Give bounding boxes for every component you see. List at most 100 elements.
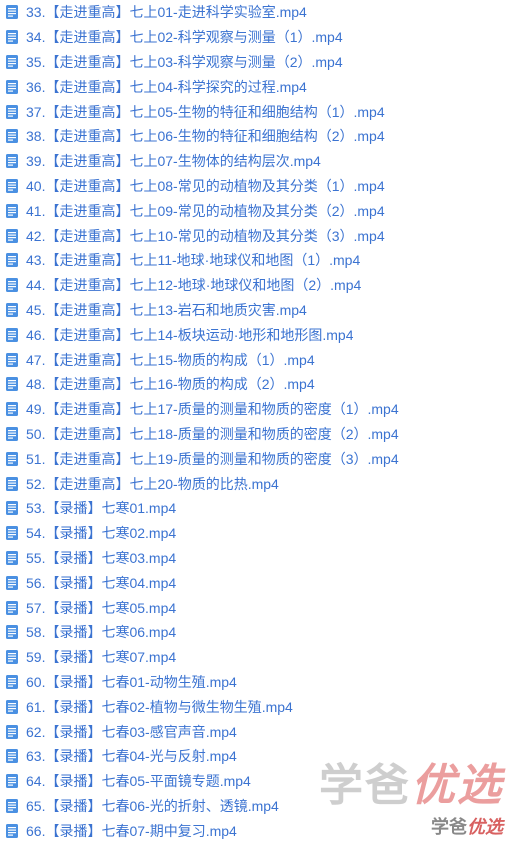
document-icon bbox=[4, 153, 20, 169]
document-icon bbox=[4, 500, 20, 516]
file-name-link[interactable]: 52.【走进重高】七上20-物质的比热.mp4 bbox=[26, 474, 279, 494]
file-name-link[interactable]: 59.【录播】七寒07.mp4 bbox=[26, 647, 176, 667]
file-item[interactable]: 64.【录播】七春05-平面镜专题.mp4 bbox=[0, 769, 511, 794]
document-icon bbox=[4, 128, 20, 144]
document-icon bbox=[4, 401, 20, 417]
file-item[interactable]: 33.【走进重高】七上01-走进科学实验室.mp4 bbox=[0, 0, 511, 25]
file-name-link[interactable]: 36.【走进重高】七上04-科学探究的过程.mp4 bbox=[26, 77, 307, 97]
file-item[interactable]: 41.【走进重高】七上09-常见的动植物及其分类（2）.mp4 bbox=[0, 198, 511, 223]
file-name-link[interactable]: 35.【走进重高】七上03-科学观察与测量（2）.mp4 bbox=[26, 52, 343, 72]
document-icon bbox=[4, 451, 20, 467]
file-list: 33.【走进重高】七上01-走进科学实验室.mp4 34.【走进重高】七上02-… bbox=[0, 0, 511, 843]
file-item[interactable]: 56.【录播】七寒04.mp4 bbox=[0, 570, 511, 595]
file-name-link[interactable]: 61.【录播】七春02-植物与微生物生殖.mp4 bbox=[26, 697, 293, 717]
file-name-link[interactable]: 62.【录播】七春03-感官声音.mp4 bbox=[26, 722, 237, 742]
file-item[interactable]: 51.【走进重高】七上19-质量的测量和物质的密度（3）.mp4 bbox=[0, 446, 511, 471]
file-name-link[interactable]: 64.【录播】七春05-平面镜专题.mp4 bbox=[26, 771, 251, 791]
file-item[interactable]: 66.【录播】七春07-期中复习.mp4 bbox=[0, 818, 511, 843]
file-item[interactable]: 43.【走进重高】七上11-地球·地球仪和地图（1）.mp4 bbox=[0, 248, 511, 273]
file-item[interactable]: 57.【录播】七寒05.mp4 bbox=[0, 595, 511, 620]
file-item[interactable]: 53.【录播】七寒01.mp4 bbox=[0, 496, 511, 521]
file-item[interactable]: 49.【走进重高】七上17-质量的测量和物质的密度（1）.mp4 bbox=[0, 397, 511, 422]
file-item[interactable]: 39.【走进重高】七上07-生物体的结构层次.mp4 bbox=[0, 149, 511, 174]
file-name-link[interactable]: 34.【走进重高】七上02-科学观察与测量（1）.mp4 bbox=[26, 27, 343, 47]
file-item[interactable]: 62.【录播】七春03-感官声音.mp4 bbox=[0, 719, 511, 744]
file-name-link[interactable]: 39.【走进重高】七上07-生物体的结构层次.mp4 bbox=[26, 151, 321, 171]
document-icon bbox=[4, 228, 20, 244]
document-icon bbox=[4, 724, 20, 740]
document-icon bbox=[4, 600, 20, 616]
document-icon bbox=[4, 476, 20, 492]
file-name-link[interactable]: 65.【录播】七春06-光的折射、透镜.mp4 bbox=[26, 796, 279, 816]
file-item[interactable]: 55.【录播】七寒03.mp4 bbox=[0, 546, 511, 571]
file-name-link[interactable]: 66.【录播】七春07-期中复习.mp4 bbox=[26, 821, 237, 841]
file-item[interactable]: 58.【录播】七寒06.mp4 bbox=[0, 620, 511, 645]
file-name-link[interactable]: 33.【走进重高】七上01-走进科学实验室.mp4 bbox=[26, 2, 307, 22]
file-item[interactable]: 48.【走进重高】七上16-物质的构成（2）.mp4 bbox=[0, 372, 511, 397]
file-item[interactable]: 47.【走进重高】七上15-物质的构成（1）.mp4 bbox=[0, 347, 511, 372]
file-name-link[interactable]: 43.【走进重高】七上11-地球·地球仪和地图（1）.mp4 bbox=[26, 250, 360, 270]
document-icon bbox=[4, 773, 20, 789]
file-name-link[interactable]: 50.【走进重高】七上18-质量的测量和物质的密度（2）.mp4 bbox=[26, 424, 399, 444]
document-icon bbox=[4, 203, 20, 219]
file-name-link[interactable]: 41.【走进重高】七上09-常见的动植物及其分类（2）.mp4 bbox=[26, 201, 385, 221]
file-name-link[interactable]: 53.【录播】七寒01.mp4 bbox=[26, 498, 176, 518]
document-icon bbox=[4, 252, 20, 268]
file-item[interactable]: 34.【走进重高】七上02-科学观察与测量（1）.mp4 bbox=[0, 25, 511, 50]
file-name-link[interactable]: 57.【录播】七寒05.mp4 bbox=[26, 598, 176, 618]
file-item[interactable]: 54.【录播】七寒02.mp4 bbox=[0, 521, 511, 546]
file-item[interactable]: 46.【走进重高】七上14-板块运动·地形和地形图.mp4 bbox=[0, 322, 511, 347]
document-icon bbox=[4, 277, 20, 293]
file-item[interactable]: 36.【走进重高】七上04-科学探究的过程.mp4 bbox=[0, 74, 511, 99]
file-name-link[interactable]: 54.【录播】七寒02.mp4 bbox=[26, 523, 176, 543]
document-icon bbox=[4, 525, 20, 541]
document-icon bbox=[4, 426, 20, 442]
document-icon bbox=[4, 302, 20, 318]
file-item[interactable]: 42.【走进重高】七上10-常见的动植物及其分类（3）.mp4 bbox=[0, 223, 511, 248]
document-icon bbox=[4, 327, 20, 343]
file-item[interactable]: 38.【走进重高】七上06-生物的特征和细胞结构（2）.mp4 bbox=[0, 124, 511, 149]
document-icon bbox=[4, 54, 20, 70]
file-item[interactable]: 50.【走进重高】七上18-质量的测量和物质的密度（2）.mp4 bbox=[0, 422, 511, 447]
file-name-link[interactable]: 45.【走进重高】七上13-岩石和地质灾害.mp4 bbox=[26, 300, 307, 320]
document-icon bbox=[4, 748, 20, 764]
file-name-link[interactable]: 49.【走进重高】七上17-质量的测量和物质的密度（1）.mp4 bbox=[26, 399, 399, 419]
file-item[interactable]: 45.【走进重高】七上13-岩石和地质灾害.mp4 bbox=[0, 298, 511, 323]
document-icon bbox=[4, 29, 20, 45]
file-item[interactable]: 35.【走进重高】七上03-科学观察与测量（2）.mp4 bbox=[0, 50, 511, 75]
file-name-link[interactable]: 56.【录播】七寒04.mp4 bbox=[26, 573, 176, 593]
file-name-link[interactable]: 37.【走进重高】七上05-生物的特征和细胞结构（1）.mp4 bbox=[26, 102, 385, 122]
document-icon bbox=[4, 550, 20, 566]
file-item[interactable]: 63.【录播】七春04-光与反射.mp4 bbox=[0, 744, 511, 769]
file-name-link[interactable]: 44.【走进重高】七上12-地球·地球仪和地图（2）.mp4 bbox=[26, 275, 361, 295]
file-item[interactable]: 37.【走进重高】七上05-生物的特征和细胞结构（1）.mp4 bbox=[0, 99, 511, 124]
document-icon bbox=[4, 699, 20, 715]
document-icon bbox=[4, 575, 20, 591]
document-icon bbox=[4, 798, 20, 814]
document-icon bbox=[4, 674, 20, 690]
file-item[interactable]: 44.【走进重高】七上12-地球·地球仪和地图（2）.mp4 bbox=[0, 273, 511, 298]
file-name-link[interactable]: 47.【走进重高】七上15-物质的构成（1）.mp4 bbox=[26, 350, 315, 370]
file-item[interactable]: 59.【录播】七寒07.mp4 bbox=[0, 645, 511, 670]
file-item[interactable]: 60.【录播】七春01-动物生殖.mp4 bbox=[0, 670, 511, 695]
file-name-link[interactable]: 63.【录播】七春04-光与反射.mp4 bbox=[26, 746, 237, 766]
file-item[interactable]: 40.【走进重高】七上08-常见的动植物及其分类（1）.mp4 bbox=[0, 174, 511, 199]
file-name-link[interactable]: 42.【走进重高】七上10-常见的动植物及其分类（3）.mp4 bbox=[26, 226, 385, 246]
file-item[interactable]: 61.【录播】七春02-植物与微生物生殖.mp4 bbox=[0, 694, 511, 719]
document-icon bbox=[4, 178, 20, 194]
file-item[interactable]: 65.【录播】七春06-光的折射、透镜.mp4 bbox=[0, 794, 511, 819]
file-name-link[interactable]: 46.【走进重高】七上14-板块运动·地形和地形图.mp4 bbox=[26, 325, 353, 345]
document-icon bbox=[4, 624, 20, 640]
file-name-link[interactable]: 40.【走进重高】七上08-常见的动植物及其分类（1）.mp4 bbox=[26, 176, 385, 196]
file-name-link[interactable]: 48.【走进重高】七上16-物质的构成（2）.mp4 bbox=[26, 374, 315, 394]
file-name-link[interactable]: 55.【录播】七寒03.mp4 bbox=[26, 548, 176, 568]
document-icon bbox=[4, 4, 20, 20]
document-icon bbox=[4, 79, 20, 95]
file-item[interactable]: 52.【走进重高】七上20-物质的比热.mp4 bbox=[0, 471, 511, 496]
file-name-link[interactable]: 38.【走进重高】七上06-生物的特征和细胞结构（2）.mp4 bbox=[26, 126, 385, 146]
file-name-link[interactable]: 51.【走进重高】七上19-质量的测量和物质的密度（3）.mp4 bbox=[26, 449, 399, 469]
document-icon bbox=[4, 104, 20, 120]
file-name-link[interactable]: 60.【录播】七春01-动物生殖.mp4 bbox=[26, 672, 237, 692]
file-name-link[interactable]: 58.【录播】七寒06.mp4 bbox=[26, 622, 176, 642]
document-icon bbox=[4, 352, 20, 368]
